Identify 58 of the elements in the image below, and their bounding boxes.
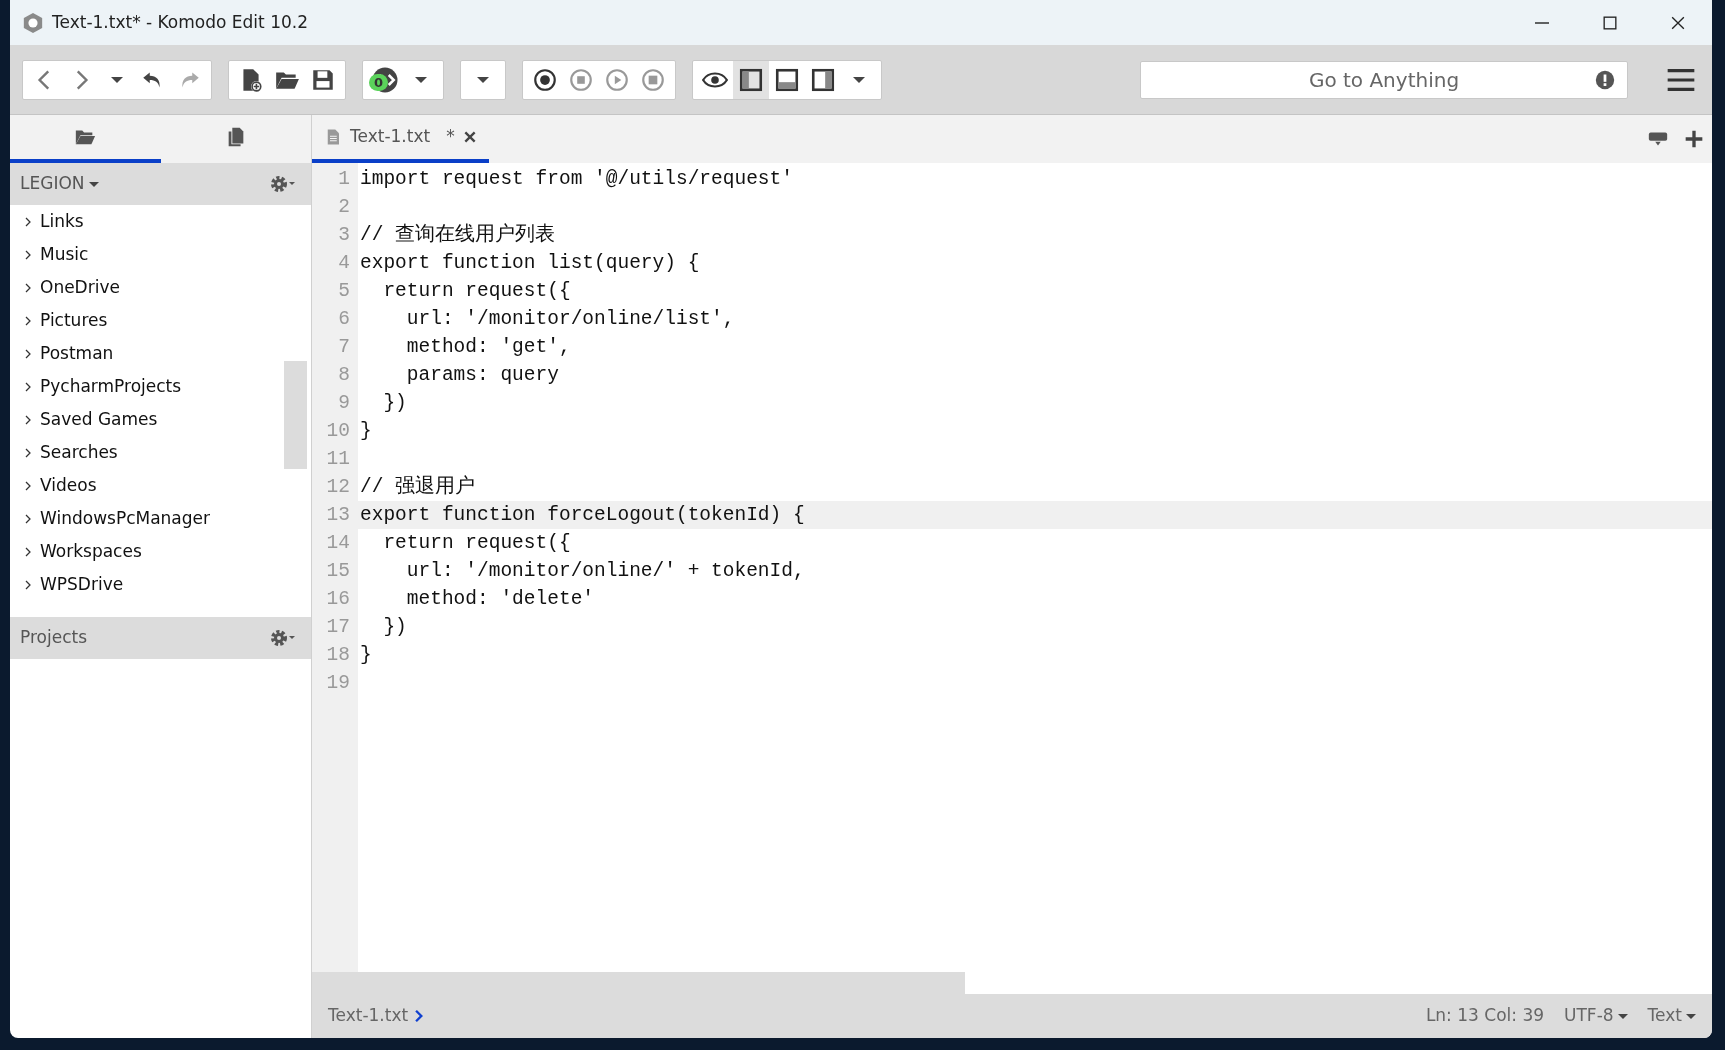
code-line: url: '/monitor/online/list', bbox=[405, 307, 736, 332]
right-pane-icon bbox=[810, 66, 836, 93]
caret-icon bbox=[477, 76, 489, 83]
folder-item[interactable]: Videos bbox=[10, 469, 311, 502]
caret-icon bbox=[415, 76, 427, 83]
folder-item[interactable]: Workspaces bbox=[10, 535, 311, 568]
projects-title: Projects bbox=[20, 626, 88, 650]
app-logo-icon bbox=[22, 11, 44, 34]
code-line: method: 'delete' bbox=[405, 587, 596, 612]
plus-icon bbox=[1684, 129, 1704, 149]
code-line: } bbox=[359, 643, 373, 668]
code-line: url: '/monitor/online/' + tokenId, bbox=[405, 559, 806, 584]
code-line: // 强退用户 bbox=[359, 474, 477, 500]
language-dropdown[interactable]: Text bbox=[1647, 1003, 1696, 1029]
stop-icon bbox=[568, 66, 594, 93]
caret-icon bbox=[853, 76, 865, 83]
horizontal-scrollbar-thumb[interactable] bbox=[312, 972, 965, 994]
code-line: }) bbox=[382, 615, 408, 640]
close-icon bbox=[462, 130, 477, 144]
folder-item[interactable]: Saved Games bbox=[10, 403, 311, 436]
caret-icon bbox=[1686, 1013, 1696, 1019]
scrollbar-thumb[interactable] bbox=[284, 361, 307, 469]
caret-icon bbox=[111, 76, 123, 83]
code-line: params: query bbox=[405, 363, 560, 388]
encoding-dropdown[interactable]: UTF-8 bbox=[1564, 1003, 1628, 1029]
cursor-position: Ln: 13 Col: 39 bbox=[1425, 1004, 1545, 1028]
places-root-dropdown[interactable]: LEGION bbox=[20, 171, 99, 197]
code-line: import request from '@/utils/request' bbox=[359, 167, 794, 192]
folder-item[interactable]: Pictures bbox=[10, 304, 311, 337]
macro-button[interactable]: 0 bbox=[367, 60, 403, 99]
code-line: }) bbox=[382, 391, 408, 416]
folder-item[interactable]: OneDrive bbox=[10, 271, 311, 304]
code-line: } bbox=[359, 419, 373, 444]
folder-item[interactable]: PycharmProjects bbox=[10, 370, 311, 403]
minimize-icon bbox=[1535, 21, 1549, 24]
folder-item[interactable]: Postman bbox=[10, 337, 311, 370]
code-line: export function list(query) { bbox=[359, 251, 701, 276]
window-title: Text-1.txt* - Komodo Edit 10.2 bbox=[52, 10, 308, 34]
alert-icon bbox=[1594, 68, 1616, 91]
left-pane-button[interactable] bbox=[733, 60, 769, 99]
code-line: // 查询在线用户列表 bbox=[359, 222, 557, 248]
save-circle-icon bbox=[640, 66, 666, 93]
search-field[interactable]: Go to Anything bbox=[1140, 60, 1628, 99]
folder-item[interactable]: WindowsPcManager bbox=[10, 502, 311, 535]
left-pane-icon bbox=[738, 66, 764, 93]
record-icon bbox=[532, 66, 558, 93]
breadcrumb[interactable]: Text-1.txt bbox=[328, 1003, 427, 1029]
caret-icon bbox=[1617, 1013, 1628, 1019]
code-line: return request({ bbox=[382, 531, 572, 556]
code-line: method: 'get', bbox=[405, 335, 572, 360]
caret-icon bbox=[88, 181, 99, 187]
code-line: return request({ bbox=[382, 279, 572, 304]
folder-item[interactable]: Music bbox=[10, 238, 311, 271]
play-icon bbox=[604, 66, 630, 93]
folder-item[interactable]: WPSDrive bbox=[10, 568, 311, 601]
bottom-pane-icon bbox=[774, 66, 800, 93]
folder-item[interactable]: Links bbox=[10, 205, 311, 238]
folder-item[interactable]: Searches bbox=[10, 436, 311, 469]
